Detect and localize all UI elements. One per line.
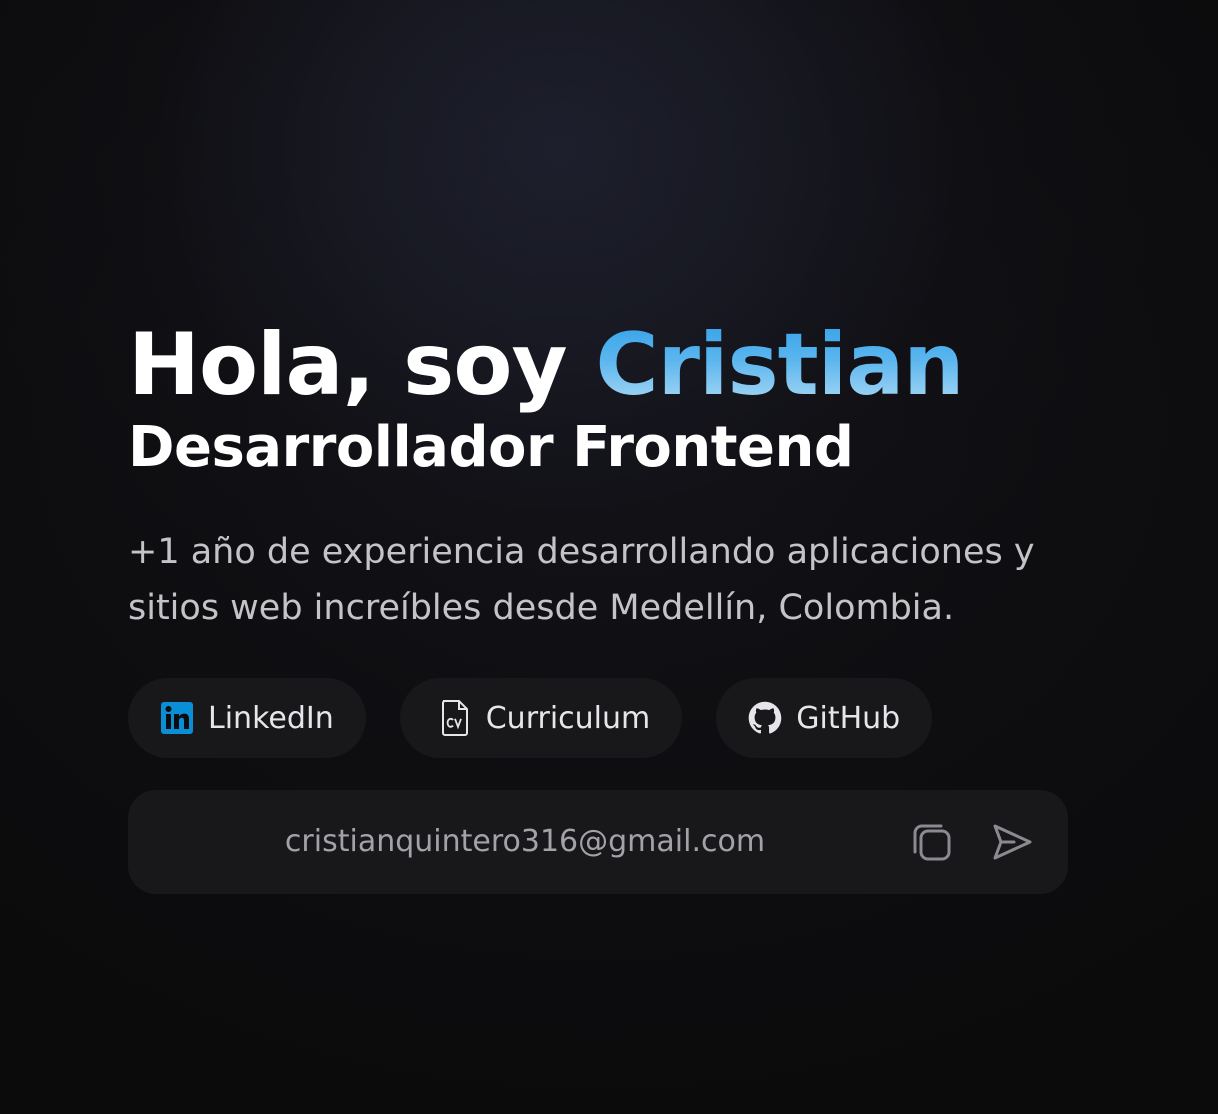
cv-document-icon	[438, 700, 472, 736]
role-title: Desarrollador Frontend	[128, 415, 854, 480]
send-email-button[interactable]	[990, 820, 1034, 864]
linkedin-label: LinkedIn	[208, 700, 334, 736]
curriculum-link-button[interactable]: Curriculum	[399, 678, 683, 758]
email-address[interactable]: cristianquintero316@gmail.com	[128, 790, 922, 894]
copy-icon	[913, 824, 951, 861]
greeting-text: Hola, soy	[128, 315, 596, 415]
email-contact-box: cristianquintero316@gmail.com	[128, 790, 1068, 894]
curriculum-label: Curriculum	[485, 700, 651, 736]
github-icon	[748, 701, 782, 735]
hero-text-block: Hola, soy Cristian Desarrollador Fronten…	[128, 316, 1088, 636]
name-highlight: Cristian	[595, 315, 964, 415]
github-label: GitHub	[796, 700, 901, 736]
intro-description: +1 año de experiencia desarrollando apli…	[128, 532, 1035, 628]
linkedin-link-button[interactable]: LinkedIn	[128, 678, 366, 758]
copy-email-button[interactable]	[910, 820, 954, 864]
linkedin-icon	[160, 701, 194, 735]
social-links: LinkedIn Curriculum GitHub	[128, 678, 933, 758]
github-link-button[interactable]: GitHub	[716, 678, 933, 758]
send-icon	[993, 824, 1032, 860]
page-title: Hola, soy Cristian	[128, 316, 1088, 414]
